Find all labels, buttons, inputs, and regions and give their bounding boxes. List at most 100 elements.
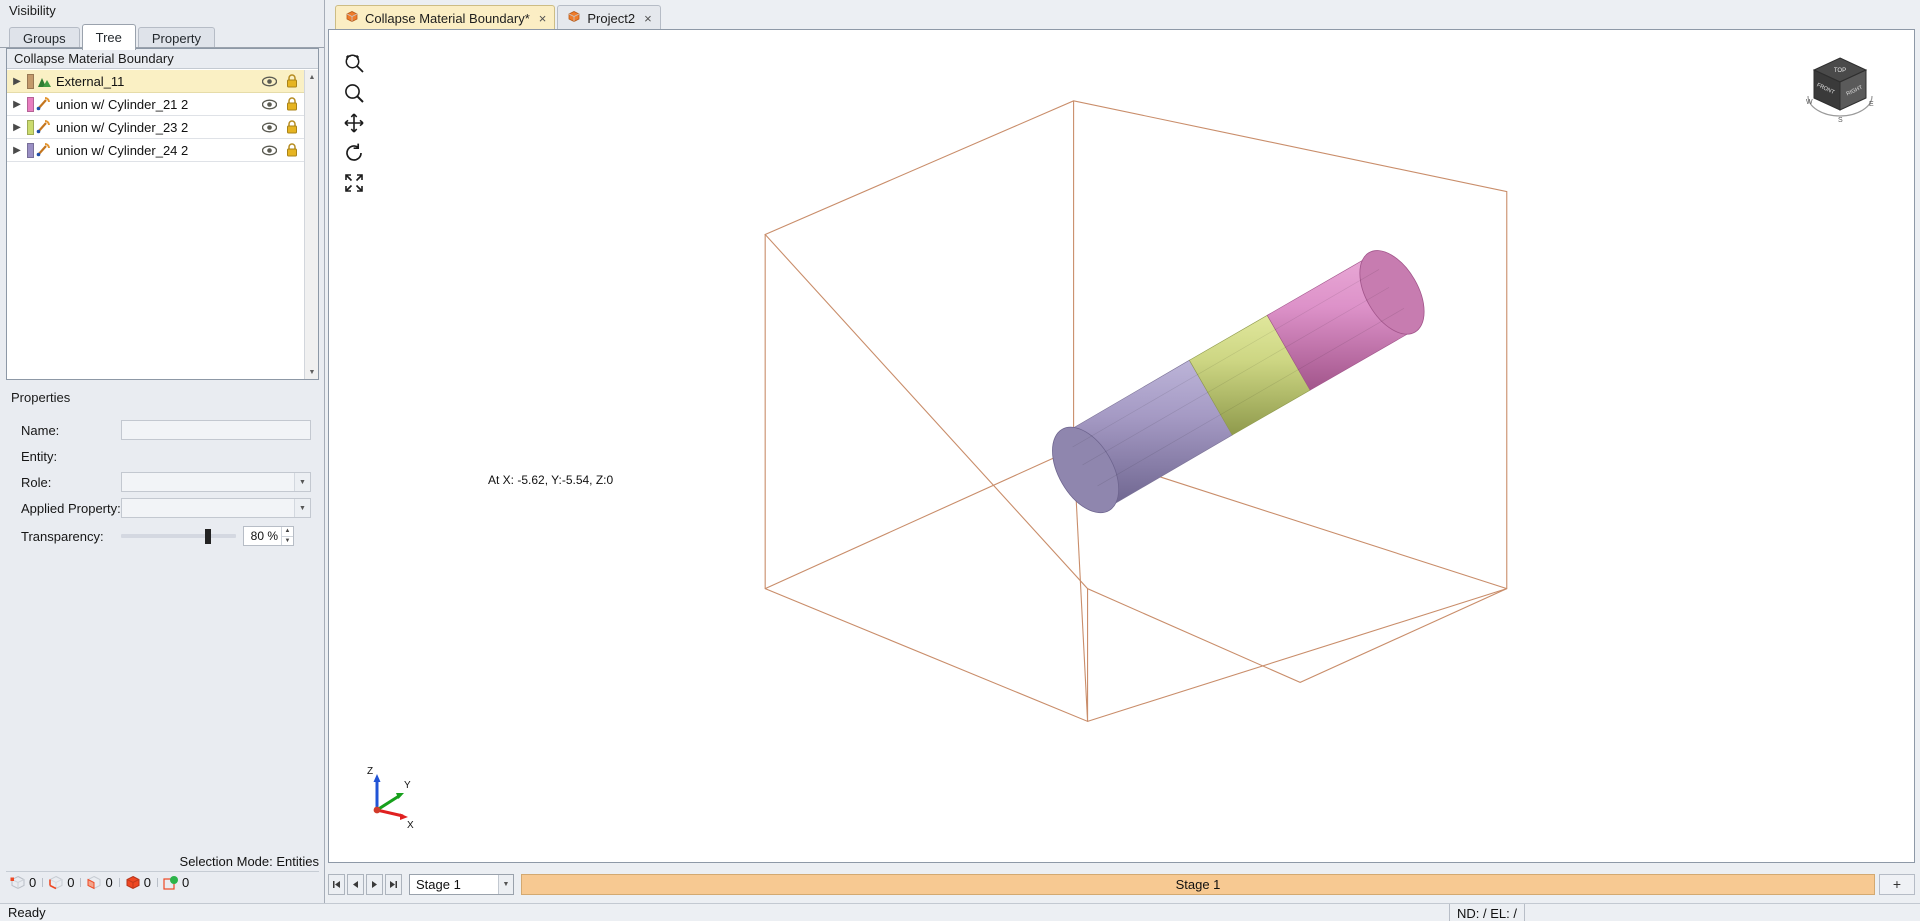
add-stage-button[interactable]: + — [1879, 873, 1915, 895]
prev-stage-button[interactable] — [347, 873, 364, 895]
rotate-icon[interactable] — [339, 138, 369, 168]
applied-property-select[interactable]: ▼ — [121, 498, 311, 518]
name-label: Name: — [21, 422, 60, 438]
transparency-label: Transparency: — [21, 528, 104, 544]
entity-label: Entity: — [21, 448, 58, 464]
coordinate-readout: At X: -5.62, Y:-5.54, Z:0 — [488, 473, 614, 487]
tab-groups[interactable]: Groups — [9, 27, 80, 49]
counter-value: 0 — [181, 875, 190, 890]
expand-arrow-icon[interactable]: ▶ — [7, 145, 27, 156]
role-select[interactable]: ▼ — [121, 472, 311, 492]
lock-icon[interactable] — [280, 143, 304, 157]
tab-tree[interactable]: Tree — [81, 24, 136, 50]
vertex-count-icon — [10, 875, 25, 890]
node-element-status: ND: / EL: / — [1449, 904, 1525, 921]
viewport-canvas[interactable]: At X: -5.62, Y:-5.54, Z:0 TOP FRONT RIGH… — [329, 30, 1914, 862]
tree-row[interactable]: ▶ union w/ Cylinder_23 2 — [7, 116, 304, 139]
counter-solid[interactable]: 0 — [118, 875, 159, 890]
stage-select[interactable]: Stage 1 ▼ — [409, 873, 514, 895]
counter-vertex[interactable]: 0 — [6, 875, 44, 890]
compass-e-label: E — [1869, 101, 1874, 108]
scroll-up-icon[interactable]: ▲ — [305, 70, 318, 84]
compass-s-label: S — [1838, 117, 1843, 124]
compass-w-label: W — [1806, 99, 1813, 106]
last-stage-button[interactable] — [385, 873, 402, 895]
next-stage-button[interactable] — [366, 873, 383, 895]
chevron-down-icon[interactable]: ▼ — [294, 473, 310, 491]
zoom-icon[interactable] — [339, 78, 369, 108]
document-tab-collapse-material-boundary[interactable]: Collapse Material Boundary* × — [335, 5, 556, 30]
cylinder-model — [1052, 250, 1425, 514]
stepper-down-icon[interactable]: ▼ — [282, 537, 293, 546]
slider-thumb[interactable] — [205, 528, 211, 544]
close-icon[interactable]: × — [644, 11, 652, 26]
expand-arrow-icon[interactable]: ▶ — [7, 122, 27, 133]
visibility-tree: Collapse Material Boundary ▶ External_11 — [6, 48, 319, 380]
slider-track — [121, 534, 236, 538]
eye-icon[interactable] — [258, 76, 280, 87]
role-label: Role: — [21, 474, 52, 490]
property-row-name: Name: — [6, 417, 319, 443]
expand-arrow-icon[interactable]: ▶ — [7, 99, 27, 110]
application-window: Visibility Groups Tree Property Collapse… — [0, 0, 1920, 921]
zoom-window-icon[interactable] — [339, 48, 369, 78]
name-field[interactable] — [121, 420, 311, 440]
transparency-slider[interactable] — [121, 526, 236, 546]
tree-scrollbar[interactable]: ▲ ▼ — [304, 70, 318, 379]
first-stage-button[interactable] — [328, 873, 345, 895]
eye-icon[interactable] — [258, 145, 280, 156]
tree-row-label: union w/ Cylinder_23 2 — [56, 119, 189, 135]
property-row-applied-property: Applied Property: ▼ — [6, 495, 319, 521]
solid-count-icon — [126, 875, 140, 890]
color-swatch — [27, 119, 34, 135]
stepper-buttons[interactable]: ▲ ▼ — [281, 527, 293, 545]
selection-mode-label: Selection Mode: Entities — [179, 854, 319, 869]
edge-count-icon — [49, 875, 63, 890]
tree-row[interactable]: ▶ External_11 — [7, 70, 304, 93]
view-cube[interactable]: TOP FRONT RIGHT W S E — [1802, 50, 1878, 126]
main-area: Collapse Material Boundary* × Project2 × — [325, 0, 1920, 903]
eye-icon[interactable] — [258, 122, 280, 133]
document-tab-project2[interactable]: Project2 × — [557, 5, 661, 30]
lock-icon[interactable] — [280, 74, 304, 88]
stepper-up-icon[interactable]: ▲ — [282, 527, 293, 537]
properties-title: Properties — [11, 390, 71, 405]
view-cube-top-label: TOP — [1834, 68, 1846, 74]
stage-bar: Stage 1 ▼ Stage 1 + — [328, 869, 1915, 899]
applied-property-label: Applied Property: — [21, 500, 121, 516]
counter-value: 0 — [67, 875, 75, 890]
properties-panel: Properties Name: Entity: Role: ▼ Applied… — [6, 390, 319, 903]
property-row-transparency: Transparency: 80 % ▲ ▼ — [6, 521, 319, 551]
pick-icon — [34, 97, 54, 111]
entity-count-icon — [163, 876, 178, 890]
counter-face[interactable]: 0 — [80, 875, 120, 890]
counter-entity[interactable]: 0 — [156, 875, 197, 890]
panel-title: Visibility — [0, 0, 325, 22]
pan-icon[interactable] — [339, 108, 369, 138]
scroll-down-icon[interactable]: ▼ — [305, 365, 318, 379]
tree-row[interactable]: ▶ union w/ Cylinder_21 2 — [7, 93, 304, 116]
transparency-value: 80 % — [250, 529, 278, 543]
lock-icon[interactable] — [280, 97, 304, 111]
document-tab-label: Collapse Material Boundary* — [365, 10, 530, 26]
tab-property[interactable]: Property — [137, 27, 216, 49]
viewport[interactable]: At X: -5.62, Y:-5.54, Z:0 TOP FRONT RIGH… — [328, 29, 1915, 863]
pick-icon — [34, 143, 54, 157]
stage-timeline-band[interactable]: Stage 1 — [521, 873, 1875, 895]
close-icon[interactable]: × — [539, 11, 547, 26]
tree-row[interactable]: ▶ union w/ Cylinder_24 2 — [7, 139, 304, 162]
chevron-down-icon[interactable]: ▼ — [498, 874, 513, 894]
tree-row-label: union w/ Cylinder_24 2 — [56, 142, 189, 158]
chevron-down-icon[interactable]: ▼ — [294, 499, 310, 517]
tree-list: ▶ External_11 ▶ union w/ Cylinder_21 2 ▶… — [7, 70, 304, 379]
expand-arrow-icon[interactable]: ▶ — [7, 76, 27, 87]
eye-icon[interactable] — [258, 99, 280, 110]
zoom-all-icon[interactable] — [339, 168, 369, 198]
color-swatch — [27, 73, 34, 89]
transparency-stepper[interactable]: 80 % ▲ ▼ — [243, 526, 294, 546]
lock-icon[interactable] — [280, 120, 304, 134]
counter-value: 0 — [105, 875, 113, 890]
document-tabs: Collapse Material Boundary* × Project2 × — [325, 0, 1920, 30]
viewport-toolbar — [339, 48, 369, 198]
counter-edge[interactable]: 0 — [42, 875, 82, 890]
